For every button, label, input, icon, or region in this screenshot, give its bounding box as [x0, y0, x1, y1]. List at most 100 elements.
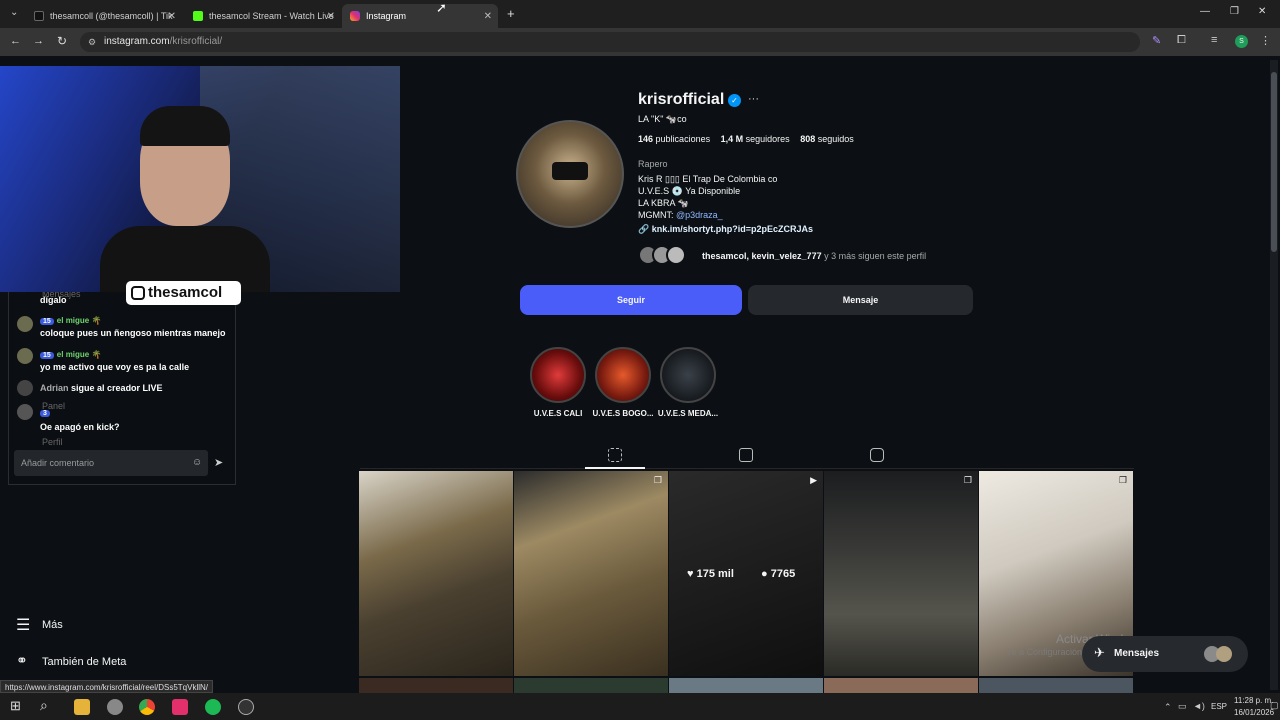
forward-icon[interactable]: →: [33, 35, 44, 47]
post-likes: ♥ 175 mil: [687, 568, 734, 580]
post-tile[interactable]: [359, 678, 513, 693]
sidebar-item-meta[interactable]: También de Meta: [42, 656, 126, 668]
followed-by-text[interactable]: thesamcol, kevin_velez_777 y 3 más sigue…: [702, 251, 926, 261]
profile-avatar[interactable]: S: [1235, 35, 1248, 48]
highlight-medellin[interactable]: [660, 347, 716, 403]
clock-app-icon[interactable]: [107, 699, 123, 715]
chat-message: Oe apagó en kick?: [40, 422, 120, 432]
messages-float-button[interactable]: ✈ Mensajes: [1082, 636, 1248, 672]
followers-stat[interactable]: 1,4 M seguidores: [721, 134, 790, 144]
site-info-icon[interactable]: ⚙: [88, 32, 96, 52]
menu-icon[interactable]: ⋮: [1260, 34, 1271, 47]
tab-list-icon[interactable]: ⌄: [10, 7, 18, 18]
chat-message: coloque pues un ñengoso mientras manejo: [40, 328, 226, 338]
avatar: [17, 380, 33, 396]
tab-kick[interactable]: thesamcol Stream - Watch Live ✕: [185, 4, 341, 28]
chrome-icon[interactable]: [139, 699, 155, 715]
profile-display-line: LA "K" 🐄co: [638, 114, 687, 124]
tab-instagram[interactable]: Instagram ✕: [342, 4, 498, 28]
tray-chevron-icon[interactable]: ⌃: [1164, 702, 1172, 713]
comment-input[interactable]: Añadir comentario ☺: [14, 450, 208, 476]
webcam-overlay: [0, 66, 400, 292]
extension-pen-icon[interactable]: ✎: [1152, 34, 1161, 47]
minimize-icon[interactable]: —: [1200, 6, 1210, 17]
following-stat[interactable]: 808 seguidos: [800, 134, 854, 144]
post-tile[interactable]: ❐: [514, 471, 668, 676]
post-tile[interactable]: [824, 678, 978, 693]
window-close-icon[interactable]: ✕: [1258, 6, 1266, 17]
verified-badge-icon: ✓: [728, 94, 741, 107]
new-tab-button[interactable]: +: [507, 6, 515, 21]
maximize-icon[interactable]: ❐: [1230, 6, 1239, 17]
instagram-tag-overlay: thesamcol: [126, 281, 241, 305]
mgmnt-handle-link[interactable]: @p3draza_: [676, 210, 723, 220]
network-icon[interactable]: ▭: [1178, 701, 1187, 712]
media-icon[interactable]: ≡: [1211, 34, 1217, 46]
avatar: [1216, 646, 1232, 662]
bio-line-2: U.V.E.S 💿 Ya Disponible: [638, 186, 741, 196]
highlight-cali[interactable]: [530, 347, 586, 403]
clock-date[interactable]: 16/01/2026: [1234, 708, 1274, 717]
url-host: instagram.com: [104, 36, 170, 47]
posts-stat[interactable]: 146 publicaciones: [638, 134, 710, 144]
status-url: https://www.instagram.com/krisrofficial/…: [0, 680, 214, 693]
send-chat-icon[interactable]: ➤: [214, 456, 223, 469]
comment-icon: ●: [761, 568, 768, 580]
sidebar-item-more[interactable]: Más: [42, 619, 63, 631]
tab-label: thesamcol Stream - Watch Live: [209, 11, 334, 21]
post-tile[interactable]: [979, 678, 1133, 693]
follow-button[interactable]: Seguir: [520, 285, 742, 315]
tab-tiktok[interactable]: thesamcoll (@thesamcoll) | Tik ✕: [26, 4, 182, 28]
reels-icon[interactable]: [739, 448, 753, 462]
chat-message: Adrian sigue al creador LIVE: [40, 383, 163, 393]
tab-label: Instagram: [366, 11, 407, 21]
volume-icon[interactable]: ◄): [1193, 701, 1205, 711]
heart-icon: ♥: [687, 568, 694, 580]
profile-username: krisrofficial: [638, 91, 725, 108]
profile-link[interactable]: 🔗 knk.im/shortyt.php?id=p2pEcZCRJAs: [638, 224, 813, 235]
back-icon[interactable]: ←: [10, 35, 21, 47]
post-tile[interactable]: [514, 678, 668, 693]
file-explorer-icon[interactable]: [74, 699, 90, 715]
chat-user: 15 el migue 🌴: [40, 315, 101, 325]
menu-hamburger-icon[interactable]: ☰: [16, 615, 30, 635]
tiktok-icon[interactable]: [172, 699, 188, 715]
post-tile[interactable]: [669, 678, 823, 693]
reload-icon[interactable]: ↻: [57, 34, 67, 48]
extensions-icon[interactable]: ⧠: [1177, 34, 1186, 47]
grid-icon[interactable]: [608, 448, 622, 462]
post-tile[interactable]: [359, 471, 513, 676]
highlight-label: U.V.E.S MEDA...: [657, 409, 719, 418]
close-icon[interactable]: ✕: [327, 11, 335, 22]
link-icon: 🔗: [638, 224, 650, 234]
tiktok-icon: [34, 11, 44, 21]
address-input[interactable]: ⚙ instagram.com/krisrofficial/: [80, 32, 1140, 52]
streamer-cap: [140, 106, 230, 146]
obs-icon[interactable]: [238, 699, 254, 715]
clock-time[interactable]: 11:28 p. m.: [1234, 696, 1273, 705]
highlight-bogota[interactable]: [595, 347, 651, 403]
profile-avatar-large[interactable]: [516, 120, 624, 228]
messages-label: Mensajes: [1114, 648, 1160, 659]
emoji-icon[interactable]: ☺: [192, 457, 202, 468]
avatar-mask: [552, 162, 588, 180]
scrollbar[interactable]: [1270, 60, 1278, 690]
close-icon[interactable]: ✕: [168, 11, 176, 22]
post-tile[interactable]: ❐: [824, 471, 978, 676]
language-indicator[interactable]: ESP: [1211, 702, 1227, 711]
notification-icon[interactable]: ▢: [1270, 700, 1279, 711]
tagged-icon[interactable]: [870, 448, 884, 462]
options-icon[interactable]: ···: [748, 93, 759, 105]
search-icon[interactable]: ⌕: [40, 697, 48, 714]
message-button[interactable]: Mensaje: [748, 285, 973, 315]
followed-by-avatars[interactable]: [638, 245, 698, 265]
post-tile-hovered[interactable]: ▶ ♥ 175 mil ● 7765: [669, 471, 823, 676]
meta-icon[interactable]: ⚭: [16, 652, 28, 669]
close-icon[interactable]: ✕: [484, 11, 492, 22]
chat-message: dígalo: [40, 295, 67, 305]
scrollbar-thumb[interactable]: [1271, 72, 1277, 252]
spotify-icon[interactable]: [205, 699, 221, 715]
windows-start-icon[interactable]: ⊞: [10, 698, 21, 714]
instagram-icon: [350, 11, 360, 21]
avatar: [17, 404, 33, 420]
